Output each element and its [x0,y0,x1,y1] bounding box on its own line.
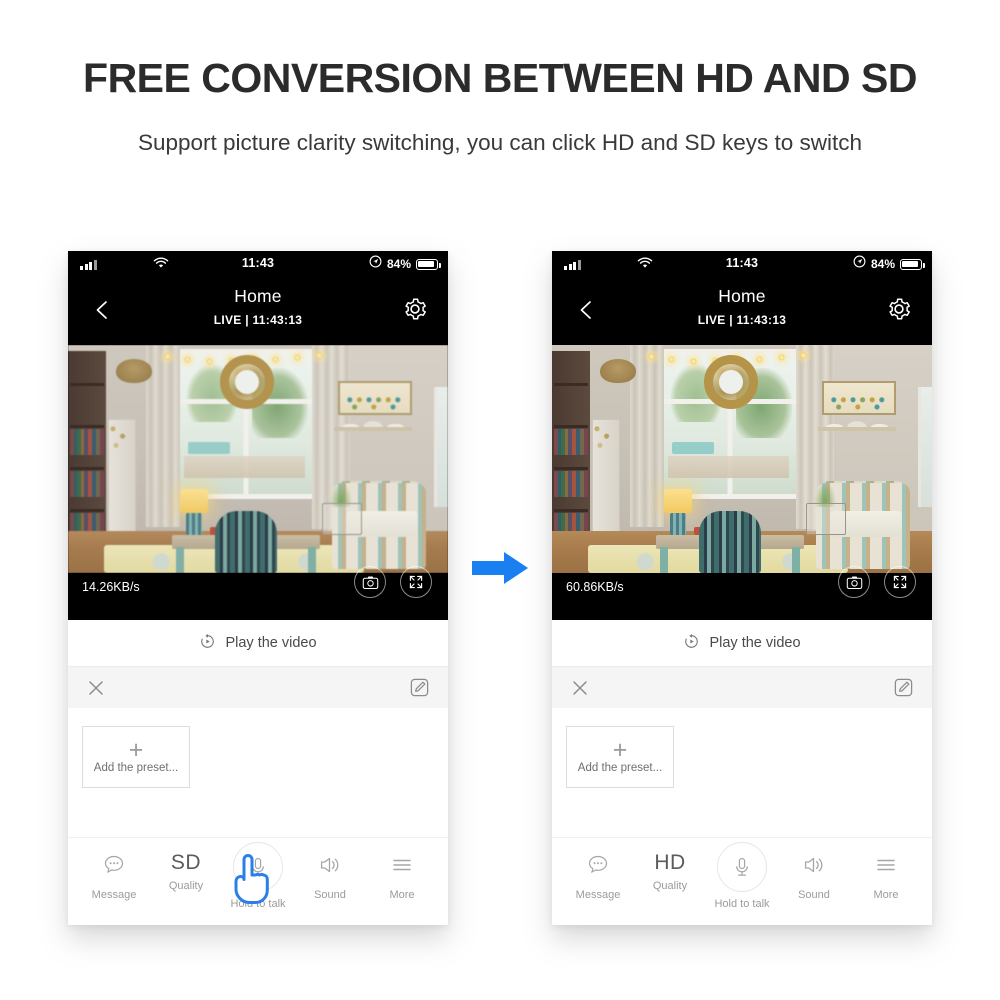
toolbar-label-message: Message [575,889,621,901]
page-title-home: Home [234,286,282,306]
toolbar-item-message[interactable]: Message [79,838,149,901]
nav-header: Home LIVE | 11:43:13 [552,277,932,345]
toolbar-item-hold-to-talk[interactable]: Hold to talk [707,838,777,910]
toolbar-label-hold-to-talk: Hold to talk [714,898,770,910]
page-title: FREE CONVERSION BETWEEN HD AND SD [83,55,917,101]
more-icon [873,852,899,883]
battery-percent: 84% [870,257,895,271]
toolbar-item-sound[interactable]: Sound [295,838,365,901]
quality-icon: SD [170,851,202,874]
location-icon [853,255,866,273]
more-icon [389,852,415,883]
bottom-toolbar: Message HD Quality Hold to talk Sound Mo… [552,837,932,925]
status-right-cluster: 84% [369,255,441,273]
preset-toolbar [552,666,932,708]
bitrate-label: 60.86KB/s [566,580,624,594]
preset-list: + Add the preset... [552,708,932,818]
toolbar-item-quality[interactable]: HD Quality [635,838,705,893]
toolbar-label-sound: Sound [798,889,830,901]
phone-mockup-hd: 11:43 84% Home LIVE | 11:43:13 60.86KB/s… [552,251,932,925]
replay-icon [683,633,700,654]
toolbar-label-more: More [389,889,415,901]
plus-icon: + [612,736,628,764]
quality-icon: HD [654,851,686,874]
camera-feed-image [552,345,932,573]
close-icon[interactable] [86,678,106,698]
live-timestamp: LIVE | 11:43:13 [213,313,303,327]
close-icon[interactable] [570,678,590,698]
gear-icon[interactable] [886,296,912,322]
gear-icon[interactable] [402,296,428,322]
sound-icon [801,852,827,883]
play-video-button[interactable]: Play the video [552,620,932,666]
edit-icon[interactable] [409,677,430,698]
video-controls [838,566,916,598]
live-video-area[interactable]: 60.86KB/s [552,345,932,620]
battery-icon [900,258,925,270]
arrow-right-icon [470,548,532,588]
plus-icon: + [128,736,144,764]
toolbar-item-message[interactable]: Message [563,838,633,901]
play-video-button[interactable]: Play the video [68,620,448,666]
camera-feed-image [68,345,448,573]
toolbar-label-more: More [873,889,899,901]
toolbar-item-more[interactable]: More [367,838,437,901]
toolbar-label-quality: Quality [652,880,688,892]
toolbar-item-more[interactable]: More [851,838,921,901]
toolbar-label-quality: Quality [168,880,204,892]
battery-icon [416,258,441,270]
message-icon [585,852,611,883]
microphone-icon [233,842,283,892]
preset-list: + Add the preset... [68,708,448,818]
video-controls [354,566,432,598]
preset-toolbar [68,666,448,708]
toolbar-label-sound: Sound [314,889,346,901]
fullscreen-icon[interactable] [884,566,916,598]
phone-mockup-sd: 11:43 84% Home LIVE | 11:43:13 14.26KB/s… [68,251,448,925]
camera-icon[interactable] [838,566,870,598]
play-video-label: Play the video [225,635,317,651]
battery-percent: 84% [386,257,411,271]
toolbar-label-hold-to-talk: Hold to talk [230,898,286,910]
add-preset-button[interactable]: + Add the preset... [566,726,674,788]
microphone-icon [717,842,767,892]
toolbar-item-sound[interactable]: Sound [779,838,849,901]
status-right-cluster: 84% [853,255,925,273]
bottom-toolbar: Message SD Quality Hold to talk Sound Mo… [68,837,448,925]
toolbar-label-message: Message [91,889,137,901]
add-preset-label: Add the preset... [577,762,663,774]
nav-header: Home LIVE | 11:43:13 [68,277,448,345]
live-video-area[interactable]: 14.26KB/s [68,345,448,620]
fullscreen-icon[interactable] [400,566,432,598]
location-icon [369,255,382,273]
page-title-home: Home [718,286,766,306]
replay-icon [199,633,216,654]
sound-icon [317,852,343,883]
add-preset-label: Add the preset... [93,762,179,774]
status-bar: 11:43 84% [68,251,448,277]
play-video-label: Play the video [709,635,801,651]
message-icon [101,852,127,883]
edit-icon[interactable] [893,677,914,698]
status-bar: 11:43 84% [552,251,932,277]
toolbar-item-quality[interactable]: SD Quality [151,838,221,893]
page-subtitle: Support picture clarity switching, you c… [137,130,863,155]
live-timestamp: LIVE | 11:43:13 [697,313,787,327]
toolbar-item-hold-to-talk[interactable]: Hold to talk [223,838,293,910]
promo-page: FREE CONVERSION BETWEEN HD AND SD Suppor… [0,0,1000,1000]
camera-icon[interactable] [354,566,386,598]
bitrate-label: 14.26KB/s [82,580,140,594]
add-preset-button[interactable]: + Add the preset... [82,726,190,788]
